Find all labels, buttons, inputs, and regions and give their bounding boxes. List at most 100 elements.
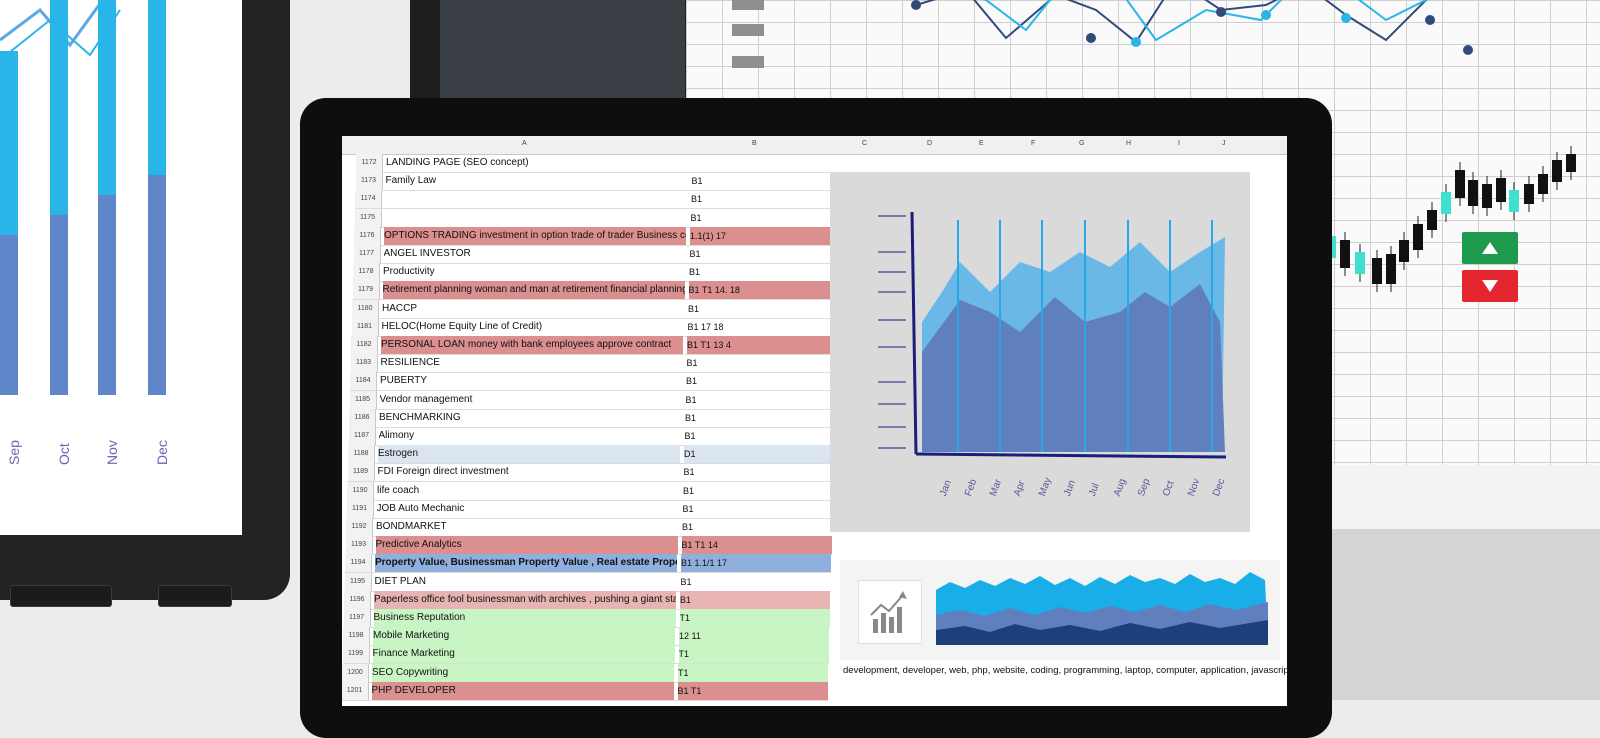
cell-b[interactable]: B1 — [681, 573, 831, 591]
column-header[interactable]: B — [752, 140, 757, 147]
cell-b[interactable]: B1 T1 13 4 — [687, 336, 837, 354]
table-row[interactable]: 1194 Property Value, Businessman Property… — [345, 554, 831, 574]
table-row[interactable]: 1176 OPTIONS TRADING investment in option… — [354, 226, 840, 246]
cell-b[interactable] — [692, 154, 842, 172]
cell-a[interactable]: Paperless office fool businessman with a… — [374, 590, 676, 609]
cell-b[interactable]: T1 — [678, 663, 828, 682]
cell-a[interactable]: PUBERTY — [380, 372, 682, 390]
table-row[interactable]: 1180 HACCP B1 — [352, 299, 838, 319]
table-row[interactable]: 1197 Business Reputation T1 — [343, 609, 830, 628]
cell-a[interactable]: HELOC(Home Equity Line of Credit) — [382, 318, 684, 336]
cell-a[interactable]: SEO Copywriting — [372, 663, 674, 682]
cell-b[interactable]: B1 — [686, 372, 836, 390]
table-row[interactable]: 1190 life coach B1 — [347, 481, 833, 501]
cell-b[interactable]: B1 — [691, 209, 841, 227]
cell-a[interactable]: OPTIONS TRADING investment in option tra… — [384, 226, 686, 245]
table-row[interactable]: 1179 Retirement planning woman and man at… — [352, 281, 839, 301]
table-row[interactable]: 1192 BONDMARKET B1 — [346, 518, 832, 537]
column-header[interactable]: A — [522, 140, 527, 147]
cell-a[interactable]: Business Reputation — [373, 609, 676, 627]
cell-a[interactable]: BENCHMARKING — [379, 409, 681, 427]
table-row[interactable]: 1199 Finance Marketing T1 — [342, 645, 829, 665]
cell-a[interactable]: Alimony — [379, 427, 681, 445]
table-row[interactable]: 1200 SEO Copywriting T1 — [342, 663, 828, 683]
cell-a[interactable]: FDI Foreign direct investment — [378, 463, 680, 481]
cell-a[interactable]: PERSONAL LOAN money with bank employees … — [381, 336, 683, 354]
table-row[interactable]: 1181 HELOC(Home Equity Line of Credit) B1 … — [351, 317, 838, 337]
cell-a[interactable]: BONDMARKET — [376, 518, 678, 536]
cell-a[interactable]: HACCP — [382, 300, 684, 318]
column-header[interactable]: J — [1222, 140, 1226, 147]
table-row[interactable]: 1185 Vendor management B1 — [349, 390, 836, 410]
cell-a[interactable]: Mobile Marketing — [373, 627, 675, 646]
column-header[interactable]: G — [1079, 140, 1084, 147]
table-row[interactable]: 1191 JOB Auto Mechanic B1 — [346, 499, 833, 519]
cell-a[interactable]: Estrogen — [378, 445, 680, 464]
cell-b[interactable]: B1 — [685, 409, 835, 427]
column-header[interactable]: I — [1178, 140, 1180, 147]
cell-a[interactable]: Vendor management — [380, 391, 682, 409]
cell-a[interactable]: Finance Marketing — [372, 645, 675, 664]
cell-b[interactable]: B1 — [689, 263, 839, 281]
table-row[interactable]: 1172 LANDING PAGE (SEO concept) — [356, 154, 842, 173]
table-row[interactable]: 1186 BENCHMARKING B1 — [349, 408, 835, 428]
cell-a[interactable]: RESILIENCE — [381, 354, 683, 372]
column-header[interactable]: F — [1031, 140, 1035, 147]
cell-a[interactable]: Family Law — [386, 172, 688, 190]
table-row[interactable]: 1195 DIET PLAN B1 — [344, 572, 831, 592]
cell-a[interactable]: DIET PLAN — [375, 573, 677, 591]
cell-b[interactable]: B1 — [683, 482, 833, 500]
cell-b[interactable]: B1 T1 14. 18 — [688, 281, 839, 300]
table-row[interactable]: 1193 Predictive Analytics B1 T1 14 — [345, 536, 832, 556]
cell-b[interactable]: B1 — [684, 463, 834, 481]
table-row[interactable]: 1182 PERSONAL LOAN money with bank employ… — [351, 336, 837, 355]
cell-b[interactable]: B1 — [688, 300, 838, 318]
cell-b[interactable]: B1 T1 14 — [681, 536, 832, 555]
cell-a[interactable]: Retirement planning woman and man at ret… — [382, 281, 685, 300]
table-row[interactable]: 1184 PUBERTY B1 — [350, 372, 836, 392]
cell-b[interactable]: 12 11 — [679, 627, 829, 646]
cell-b[interactable]: B1 1.1/1 17 — [681, 554, 831, 573]
cell-a[interactable]: Productivity — [383, 263, 685, 281]
column-header[interactable]: C — [862, 140, 867, 147]
cell-b[interactable]: B1 — [690, 245, 840, 263]
table-row[interactable]: 1177 ANGEL INVESTOR B1 — [353, 245, 840, 264]
cell-a[interactable]: JOB Auto Mechanic — [377, 500, 679, 518]
table-row[interactable]: 1178 Productivity B1 — [353, 263, 839, 283]
cell-b[interactable]: B1 T1 — [677, 681, 828, 700]
cell-a[interactable] — [385, 190, 687, 208]
cell-a[interactable]: life coach — [377, 482, 679, 500]
cell-b[interactable]: B1 — [680, 590, 830, 609]
table-row[interactable]: 1175 B1 — [354, 208, 841, 228]
cell-a[interactable]: LANDING PAGE (SEO concept) — [386, 154, 688, 172]
column-header[interactable]: E — [979, 140, 984, 147]
cell-b[interactable]: T1 — [678, 645, 829, 664]
cell-a[interactable]: Predictive Analytics — [375, 536, 678, 555]
table-row[interactable]: 1201 PHP DEVELOPER B1 T1 — [342, 681, 828, 701]
cell-b[interactable]: B1 — [686, 391, 836, 409]
table-row[interactable]: 1183 RESILIENCE B1 — [350, 354, 837, 374]
cell-b[interactable]: B1 — [685, 427, 835, 445]
cell-b[interactable]: B1 — [682, 518, 832, 536]
cell-b[interactable]: B1 — [687, 354, 837, 372]
cell-b[interactable]: B1 — [691, 190, 841, 208]
table-row[interactable]: 1173 Family Law B1 — [355, 172, 842, 192]
cell-a[interactable]: Property Value, Businessman Property Val… — [375, 554, 677, 573]
cell-b[interactable]: D1 — [684, 445, 834, 464]
table-row[interactable]: 1174 B1 — [355, 190, 841, 210]
cell-b[interactable]: T1 — [679, 609, 830, 627]
table-row[interactable]: 1198 Mobile Marketing 12 11 — [343, 627, 829, 647]
cell-b[interactable]: 1.1(1) 17 — [690, 226, 840, 245]
cell-b[interactable]: B1 — [692, 172, 842, 190]
cell-b[interactable]: B1 17 18 — [688, 318, 838, 336]
cell-a[interactable] — [385, 209, 687, 227]
table-row[interactable]: 1189 FDI Foreign direct investment B1 — [347, 463, 834, 483]
cell-a[interactable]: PHP DEVELOPER — [371, 681, 674, 700]
table-row[interactable]: 1188 Estrogen D1 — [348, 445, 834, 465]
column-header[interactable]: D — [927, 140, 932, 147]
table-row[interactable]: 1187 Alimony B1 — [348, 427, 835, 446]
column-header[interactable]: H — [1126, 140, 1131, 147]
cell-b[interactable]: B1 — [683, 500, 833, 518]
table-row[interactable]: 1196 Paperless office fool businessman wi… — [344, 590, 830, 610]
cell-a[interactable]: ANGEL INVESTOR — [384, 245, 686, 263]
